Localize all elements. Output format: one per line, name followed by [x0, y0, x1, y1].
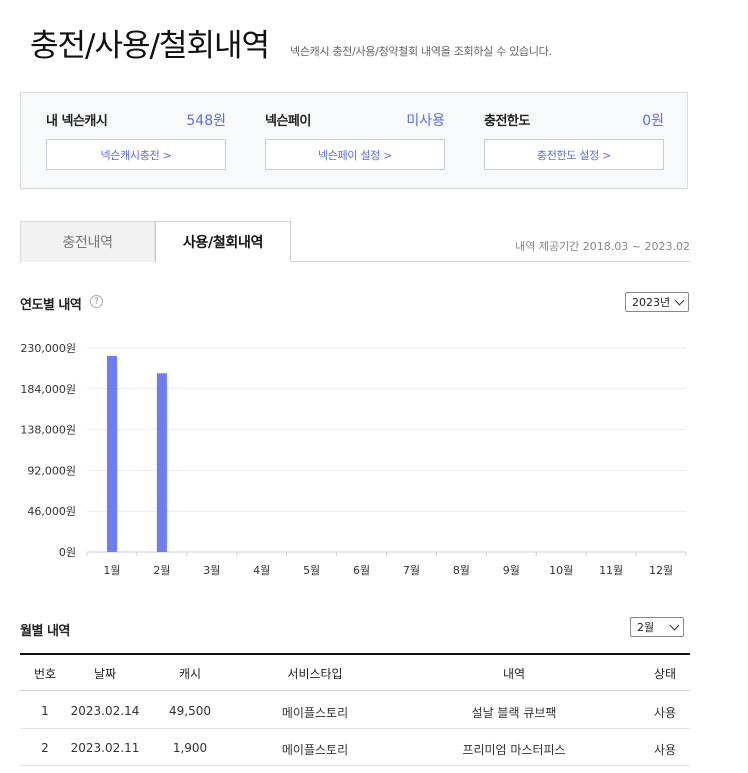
x-tick-label: 7월 [403, 564, 420, 577]
table-cell: 49,500 [169, 704, 211, 718]
table-cell: 2023.02.11 [70, 741, 140, 755]
summary-label: 넥슨페이 [265, 114, 311, 129]
table-row-divider [20, 728, 690, 729]
table-cell: 사용 [653, 706, 677, 720]
month-select[interactable]: 2월 [630, 617, 684, 637]
x-tick-label: 2월 [153, 564, 170, 577]
x-tick-label: 9월 [503, 564, 520, 577]
x-tick-label: 10월 [549, 564, 573, 577]
summary-charge-limit: 충전한도 0원 충전한도 설정 > [484, 93, 664, 188]
x-tick-label: 4월 [253, 564, 270, 577]
chart-bar [156, 373, 167, 552]
cash-summary-box: 내 넥슨캐시 548원 넥슨캐시충전 > 넥슨페이 미사용 넥슨페이 설정 > … [20, 92, 688, 189]
table-top-border [20, 653, 690, 655]
year-select-value: 2023년 [632, 296, 671, 309]
x-tick-label: 3월 [203, 564, 220, 577]
table-cell: 2 [41, 741, 49, 755]
chevron-down-icon [674, 295, 685, 306]
x-tick-label: 8월 [453, 564, 470, 577]
table-cell: 메이플스토리 [281, 743, 349, 757]
x-tick-label: 11월 [599, 564, 623, 577]
table-header-cell: 날짜 [93, 667, 117, 681]
x-tick-label: 1월 [103, 564, 120, 577]
summary-nexon-cash: 내 넥슨캐시 548원 넥슨캐시충전 > [46, 93, 226, 188]
y-tick-label: 92,000원 [27, 464, 76, 477]
table-cell: 설날 블랙 큐브팩 [471, 706, 557, 720]
question-circle-icon[interactable]: ? [90, 295, 103, 308]
tab-usage-history[interactable]: 사용/철회내역 [155, 221, 291, 262]
x-tick-label: 12월 [649, 564, 673, 577]
chevron-down-icon [669, 620, 680, 631]
yearly-bar-chart: 230,000원 184,000원 138,000원 92,000원 46,000원 0원… [20, 342, 687, 577]
table-cell: 1 [41, 704, 49, 718]
table-header-cell: 내역 [502, 667, 526, 681]
y-tick-label: 46,000원 [27, 505, 76, 518]
month-select-value: 2월 [637, 621, 655, 634]
table-cell: 메이플스토리 [281, 706, 349, 720]
history-period: 내역 제공기간 2018.03 ~ 2023.02 [515, 240, 690, 253]
page-description: 넥슨캐시 충전/사용/청약철회 내역을 조회하실 수 있습니다. [290, 45, 552, 58]
summary-value: 미사용 [406, 113, 445, 129]
table-cell: 1,900 [172, 741, 208, 755]
y-tick-label: 0원 [59, 546, 76, 559]
table-cell: 사용 [653, 743, 677, 757]
nexon-pay-settings-button[interactable]: 넥슨페이 설정 > [265, 139, 445, 170]
table-header-cell: 캐시 [178, 667, 202, 681]
yearly-section-title: 연도별 내역 [20, 298, 82, 313]
monthly-section-title: 월별 내역 [20, 624, 70, 639]
table-row-divider [20, 765, 690, 766]
table-header-cell: 번호 [33, 667, 57, 681]
table-header-cell: 상태 [653, 667, 677, 681]
cash-charge-button[interactable]: 넥슨캐시충전 > [46, 139, 226, 170]
table-cell: 2023.02.14 [70, 704, 140, 718]
summary-value: 548원 [186, 113, 226, 129]
summary-nexon-pay: 넥슨페이 미사용 넥슨페이 설정 > [265, 93, 445, 188]
table-header-divider [20, 690, 690, 691]
table-header-cell: 서비스타입 [287, 667, 343, 681]
year-select[interactable]: 2023년 [625, 292, 689, 312]
x-tick-label: 5월 [303, 564, 320, 577]
table-cell: 프리미엄 마스터피스 [462, 743, 566, 757]
y-tick-label: 138,000원 [20, 424, 76, 437]
y-tick-label: 184,000원 [20, 383, 76, 396]
summary-value: 0원 [642, 113, 664, 129]
y-tick-label: 230,000원 [20, 342, 76, 355]
charge-limit-settings-button[interactable]: 충전한도 설정 > [484, 139, 664, 170]
chart-bar [106, 355, 117, 552]
x-tick-label: 6월 [353, 564, 370, 577]
tab-charge-history[interactable]: 충전내역 [20, 221, 155, 262]
page-title: 충전/사용/철회내역 [30, 28, 270, 64]
summary-label: 내 넥슨캐시 [46, 114, 108, 129]
summary-label: 충전한도 [484, 114, 530, 129]
